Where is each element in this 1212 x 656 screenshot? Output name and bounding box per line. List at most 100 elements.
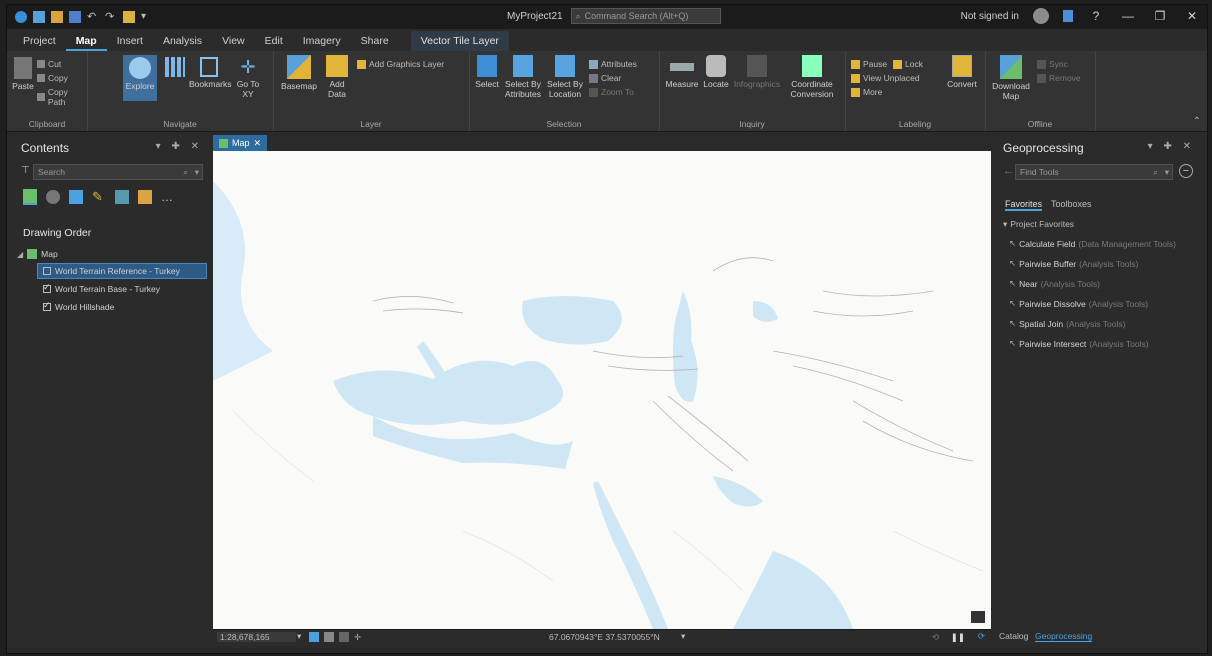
pane-controls[interactable]: ▾ ✚ ✕ [156,141,203,152]
fixed-zoom-icon [165,57,185,77]
grid-icon[interactable] [324,632,334,642]
layer-visibility-checkbox[interactable] [43,282,51,293]
map-dimension-icon[interactable] [309,632,319,642]
bottom-tab-catalog[interactable]: Catalog [999,631,1028,641]
open-folder-icon[interactable] [123,11,135,23]
view-unplaced-button[interactable]: View Unplaced [851,73,920,83]
tab-analysis[interactable]: Analysis [153,31,212,51]
attributes-button[interactable]: Attributes [589,59,637,69]
close-icon[interactable]: ✕ [254,138,262,149]
clear-button[interactable]: Clear [589,73,621,83]
lock-labeling-button[interactable]: Lock [893,59,923,69]
tool-search-input[interactable]: Find Tools ⌕ ▾ [1015,164,1173,180]
layer-item[interactable]: World Terrain Base - Turkey [43,282,160,294]
pause-labeling-button[interactable]: Pause [851,59,887,69]
bookmarks-button[interactable]: Bookmarks [189,57,232,89]
tab-vector-tile-layer[interactable]: Vector Tile Layer [410,31,509,51]
tab-view[interactable]: View [212,31,255,51]
infographics-button[interactable]: Infographics [733,55,781,89]
explore-button[interactable]: Explore [123,55,157,101]
tab-share[interactable]: Share [351,31,399,51]
labeling-icon[interactable] [138,190,152,204]
more-options-icon[interactable]: … [161,190,173,204]
redo-icon[interactable]: ↷ [105,11,117,23]
avatar[interactable] [1033,8,1049,24]
tab-map[interactable]: Map [65,31,107,51]
project-favorites-section[interactable]: ▾ Project Favorites [1003,219,1074,230]
minimize-button[interactable]: — [1119,9,1137,23]
pause-drawing-icon[interactable]: ❚❚ [951,632,965,643]
copy-button[interactable]: Copy [37,73,68,83]
notification-icon[interactable] [1063,10,1073,22]
sync-button[interactable]: Sync [1037,59,1068,69]
restore-button[interactable]: ❐ [1151,9,1169,23]
tab-imagery[interactable]: Imagery [293,31,351,51]
pane-controls[interactable]: ▾ ✚ ✕ [1148,141,1195,152]
layer-visibility-checkbox[interactable] [43,300,51,311]
layer-visibility-checkbox[interactable] [43,267,51,275]
add-graphics-layer-button[interactable]: Add Graphics Layer [357,59,444,69]
tab-edit[interactable]: Edit [255,31,293,51]
tab-project[interactable]: Project [13,31,66,51]
command-search-input[interactable]: ⌕ Command Search (Alt+Q) [570,8,721,24]
layer-item[interactable]: World Terrain Reference - Turkey [43,266,180,276]
help-button[interactable]: ? [1087,9,1105,23]
select-button[interactable]: Select [473,55,501,89]
convert-button[interactable]: Convert [945,55,979,89]
tab-map-view[interactable]: Map ✕ [213,135,268,151]
bottom-tab-geoprocessing[interactable]: Geoprocessing [1035,631,1093,642]
save-icon[interactable] [69,11,81,23]
drawing-order-icon[interactable] [23,189,37,205]
remove-button[interactable]: Remove [1037,73,1081,83]
refresh-icon[interactable]: ⟳ [978,631,985,642]
new-project-icon[interactable] [33,11,45,23]
undo-icon[interactable]: ↶ [87,11,99,23]
add-data-button[interactable]: Add Data [321,55,353,99]
tool-item[interactable]: ↖ Pairwise Buffer (Analysis Tools) [1009,258,1139,269]
tool-item[interactable]: ↖ Near (Analysis Tools) [1009,278,1100,289]
scale-input[interactable]: 1:28,678,165 [217,632,296,642]
data-source-icon[interactable] [46,190,60,204]
locate-button[interactable]: Locate [701,55,731,89]
open-project-icon[interactable] [51,11,63,23]
download-map-button[interactable]: Download Map [991,55,1031,101]
tool-item[interactable]: ↖ Pairwise Intersect (Analysis Tools) [1009,338,1149,349]
cut-button[interactable]: Cut [37,59,61,69]
add-icon[interactable]: ✛ [354,632,361,643]
more-labeling-button[interactable]: More [851,87,882,97]
contents-search-input[interactable]: Search ⌕ ▾ [33,164,203,180]
measure-button[interactable]: Measure [665,55,699,89]
tab-insert[interactable]: Insert [107,31,153,51]
editing-icon[interactable]: ✎ [92,190,106,204]
basemap-button[interactable]: Basemap [281,55,317,91]
map-overview-icon[interactable] [971,611,985,623]
copy-path-button[interactable]: Copy Path [37,87,87,107]
select-by-location-button[interactable]: Select By Location [545,55,585,99]
map-node[interactable]: ◢ Map [17,249,58,259]
tool-item[interactable]: ↖ Pairwise Dissolve (Analysis Tools) [1009,298,1148,309]
close-button[interactable]: ✕ [1183,9,1201,23]
tab-toolboxes[interactable]: Toolboxes [1051,199,1092,209]
map-view[interactable] [213,151,991,629]
tool-item[interactable]: ↖ Spatial Join (Analysis Tools) [1009,318,1125,329]
zoom-tools[interactable] [163,57,187,79]
add-tool-icon[interactable]: − [1179,164,1193,178]
tab-favorites[interactable]: Favorites [1005,199,1043,211]
paste-button[interactable]: Paste [11,57,35,91]
layer-item[interactable]: World Hillshade [43,300,114,312]
snapping-toggle-icon[interactable] [339,632,349,642]
selection-list-icon[interactable] [69,190,83,204]
tool-item[interactable]: ↖ Calculate Field (Data Management Tools) [1009,238,1176,249]
signin-status[interactable]: Not signed in [961,11,1019,22]
coordinate-conversion-button[interactable]: Coordinate Conversion [785,55,839,99]
filter-icon[interactable]: ⊤ [21,165,30,176]
go-to-xy-button[interactable]: ✛ Go To XY [231,57,265,99]
coordinate-dropdown-icon[interactable]: ▾ [681,631,685,642]
zoom-to-button[interactable]: Zoom To [589,87,634,97]
collapse-ribbon-icon[interactable]: ⌃ [1193,116,1201,127]
back-icon[interactable]: ← [1003,165,1014,177]
customize-qat-icon[interactable]: ▾ [141,11,153,23]
select-by-attributes-button[interactable]: Select By Attributes [503,55,543,99]
scale-dropdown-icon[interactable]: ▾ [297,631,301,642]
snapping-icon[interactable] [115,190,129,204]
